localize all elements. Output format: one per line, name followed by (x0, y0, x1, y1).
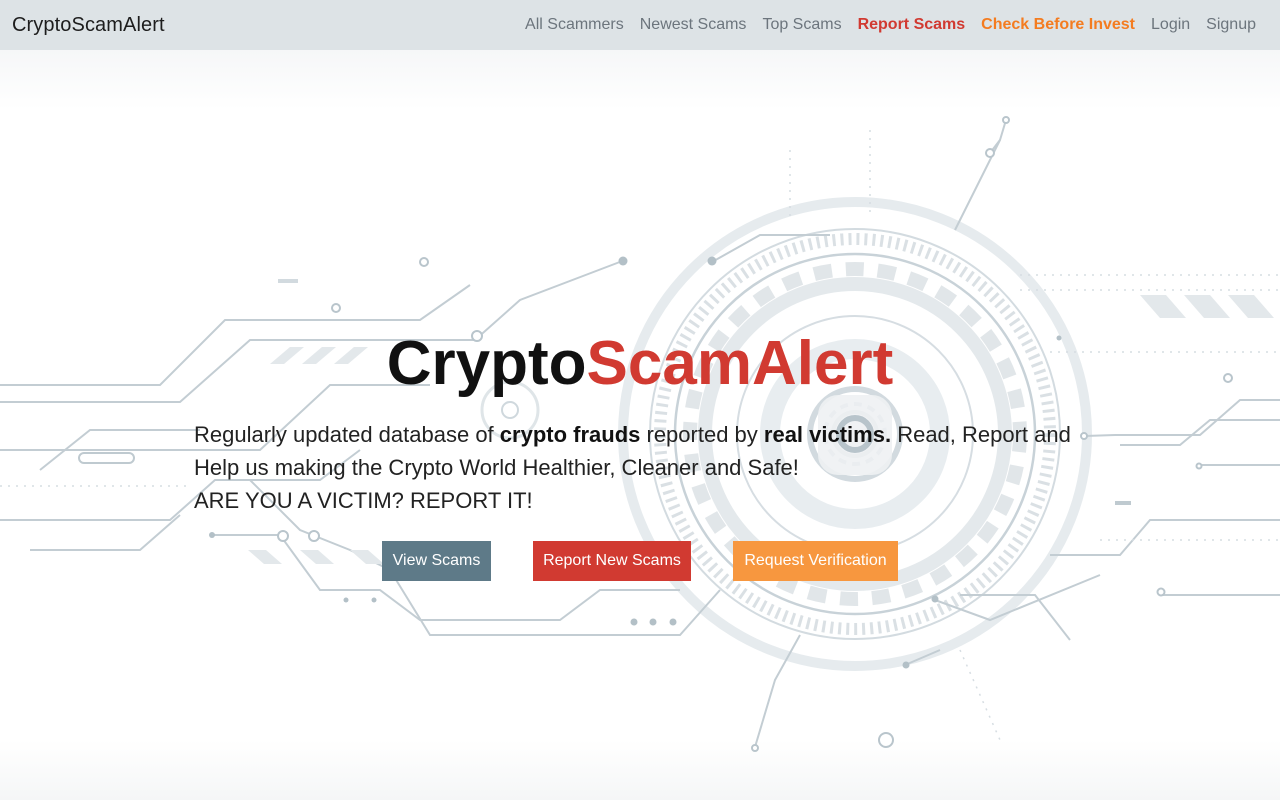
hero-desc-text-2: reported by (640, 422, 764, 447)
hero-section: CryptoScamAlert Regularly updated databa… (0, 50, 1280, 800)
hero-victim-callout: ARE YOU A VICTIM? REPORT IT! (194, 488, 533, 513)
request-verification-button[interactable]: Request Verification (733, 541, 898, 581)
top-navbar: CryptoScamAlert All Scammers Newest Scam… (0, 0, 1280, 50)
nav-newest-scams[interactable]: Newest Scams (632, 16, 755, 34)
hero-title: CryptoScamAlert (0, 330, 1280, 398)
nav-all-scammers[interactable]: All Scammers (517, 16, 632, 34)
hero-desc-text-1: Regularly updated database of (194, 422, 500, 447)
nav-top-scams[interactable]: Top Scams (754, 16, 849, 34)
nav-links: All Scammers Newest Scams Top Scams Repo… (517, 16, 1264, 34)
report-new-scams-button[interactable]: Report New Scams (533, 541, 691, 581)
nav-report-scams[interactable]: Report Scams (850, 16, 974, 34)
hero-desc-bold-real-victims: real victims. (763, 422, 892, 447)
brand-logo-link[interactable]: CryptoScamAlert (12, 14, 165, 37)
hero-description: Regularly updated database of crypto fra… (194, 418, 1074, 517)
hero-title-part-crypto: Crypto (386, 329, 587, 398)
view-scams-button[interactable]: View Scams (382, 541, 491, 581)
nav-check-before-invest[interactable]: Check Before Invest (973, 16, 1143, 34)
hero-desc-bold-crypto-frauds: crypto frauds (499, 422, 641, 447)
nav-signup[interactable]: Signup (1198, 16, 1264, 34)
nav-login[interactable]: Login (1143, 16, 1198, 34)
hero-title-part-scamalert: ScamAlert (586, 329, 894, 398)
